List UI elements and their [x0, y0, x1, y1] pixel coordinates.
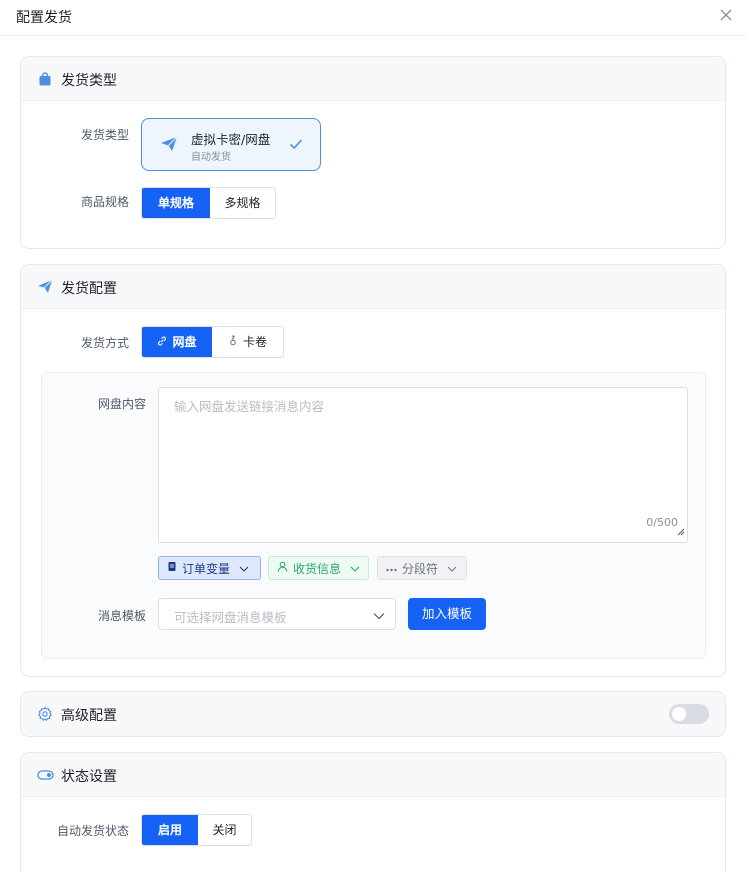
- modal-header: 配置发货: [0, 0, 746, 36]
- spec-option-single[interactable]: 单规格: [142, 188, 210, 218]
- delivery-method-segmented: 网盘 卡卷: [141, 326, 284, 358]
- spec-segmented: 单规格 多规格: [141, 187, 276, 219]
- section-title: 高级配置: [61, 708, 117, 724]
- user-icon: [277, 561, 288, 575]
- section-title: 发货类型: [61, 73, 117, 89]
- chip-label: 订单变量: [182, 561, 231, 576]
- section-title: 状态设置: [61, 769, 117, 785]
- ellipsis-icon: [386, 561, 397, 575]
- status-option-disable[interactable]: 关闭: [198, 815, 251, 845]
- toggle-knob: [672, 707, 686, 721]
- method-label-netdisk: 网盘: [172, 335, 197, 349]
- close-icon[interactable]: [718, 7, 734, 23]
- delivery-config-header: 发货配置: [21, 265, 725, 309]
- paper-plane-icon: [37, 279, 53, 295]
- chip-label: 收货信息: [293, 561, 342, 576]
- toggle-switch-icon: [37, 767, 54, 783]
- chevron-down-icon: [373, 609, 385, 624]
- delivery-config-card: 发货配置 发货方式 网盘 卡卷 网盘内容 输入网盘发送链接消息内容 0/500: [20, 264, 726, 677]
- chip-label: 分段符: [402, 561, 439, 576]
- gear-icon: [37, 706, 53, 722]
- shipping-info-chip[interactable]: 收货信息: [268, 556, 369, 580]
- content-placeholder: 输入网盘发送链接消息内容: [174, 399, 325, 414]
- type-card-title: 虚拟卡密/网盘: [191, 132, 271, 147]
- status-settings-header: 状态设置: [21, 753, 725, 797]
- advanced-config-card: 高级配置: [20, 691, 726, 737]
- char-count: 0/500: [646, 516, 678, 529]
- template-placeholder: 可选择网盘消息模板: [174, 610, 287, 625]
- add-template-button[interactable]: 加入模板: [408, 598, 486, 630]
- document-icon: [167, 561, 177, 575]
- netdisk-config-panel: 网盘内容 输入网盘发送链接消息内容 0/500 订单变量 收货信息 分段符 消息…: [41, 372, 706, 659]
- type-card-virtual[interactable]: 虚拟卡密/网盘 自动发货: [141, 118, 321, 171]
- section-title: 发货配置: [61, 281, 117, 297]
- type-card-subtitle: 自动发货: [191, 152, 231, 163]
- delivery-method-label: 发货方式: [80, 336, 129, 350]
- advanced-config-header: 高级配置: [21, 692, 725, 736]
- status-settings-card: 状态设置 自动发货状态 启用 关闭: [20, 752, 726, 872]
- paper-plane-icon: [160, 136, 178, 156]
- delivery-type-header: 发货类型: [21, 57, 725, 101]
- method-label-card: 卡卷: [242, 335, 267, 349]
- chevron-down-icon: [239, 561, 249, 575]
- template-label: 消息模板: [97, 609, 146, 623]
- resize-grip-icon[interactable]: [677, 525, 685, 540]
- template-select[interactable]: 可选择网盘消息模板: [158, 598, 396, 630]
- spec-label: 商品规格: [80, 195, 129, 209]
- auto-delivery-segmented: 启用 关闭: [141, 814, 252, 846]
- content-label: 网盘内容: [97, 397, 146, 411]
- order-variable-chip[interactable]: 订单变量: [158, 556, 261, 580]
- advanced-toggle[interactable]: [669, 704, 709, 724]
- chevron-down-icon: [447, 561, 457, 575]
- auto-delivery-label: 自动发货状态: [56, 824, 129, 838]
- content-textarea[interactable]: 输入网盘发送链接消息内容 0/500: [158, 387, 688, 543]
- method-option-card[interactable]: 卡卷: [212, 327, 283, 357]
- spec-option-multi[interactable]: 多规格: [210, 188, 275, 218]
- method-option-netdisk[interactable]: 网盘: [142, 327, 212, 357]
- status-option-enable[interactable]: 启用: [142, 815, 198, 845]
- modal-title: 配置发货: [16, 10, 72, 26]
- key-icon: [228, 327, 238, 357]
- chevron-down-icon: [350, 561, 360, 575]
- shopping-bag-icon: [37, 71, 53, 87]
- separator-chip[interactable]: 分段符: [377, 556, 467, 580]
- link-icon: [157, 327, 167, 357]
- check-icon: [289, 138, 303, 154]
- delivery-type-card: 发货类型 发货类型 虚拟卡密/网盘 自动发货 商品规格 单规格 多规格: [20, 56, 726, 249]
- delivery-type-label: 发货类型: [80, 128, 129, 142]
